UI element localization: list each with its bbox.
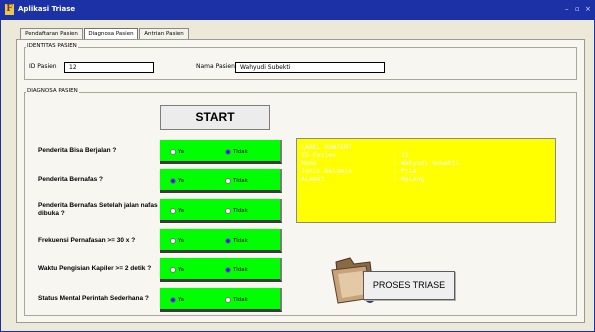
info-value-jenis-kelamin: : Pria bbox=[393, 167, 417, 175]
radio-ya-bernafas-setelah[interactable] bbox=[170, 208, 176, 214]
minimize-button[interactable]: – bbox=[565, 5, 569, 13]
app-logo-icon: F bbox=[5, 4, 14, 15]
info-value-id: : 12 bbox=[393, 151, 409, 159]
question-label-bernafas: Penderita Bernafas ? bbox=[38, 176, 104, 183]
option-group-frekuensi: Ya Tidak bbox=[160, 229, 282, 253]
nama-pasien-input[interactable]: Wahyudi Subekti bbox=[235, 62, 385, 73]
radio-ya-berjalan[interactable] bbox=[170, 149, 176, 155]
radio-ya-label: Ya bbox=[178, 149, 184, 155]
radio-ya-kapiler[interactable] bbox=[170, 267, 176, 273]
tab-pendaftaran-pasien[interactable]: Pendaftaran Pasien bbox=[20, 28, 83, 39]
window-title: Aplikasi Triase bbox=[18, 5, 76, 13]
radio-ya-frekuensi[interactable] bbox=[170, 238, 176, 244]
question-label-bernafas-setelah: Penderita Bernafas Setelah jalan nafas d… bbox=[38, 202, 158, 217]
info-value-alamat: : Malang bbox=[393, 175, 425, 183]
tab-antrian-pasien[interactable]: Antrian Pasien bbox=[139, 28, 189, 39]
radio-tidak-label: Tidak bbox=[233, 208, 248, 214]
radio-tidak-bernafas-setelah[interactable] bbox=[225, 208, 231, 214]
radio-tidak-bernafas[interactable] bbox=[225, 178, 231, 184]
radio-tidak-status-mental[interactable] bbox=[225, 297, 231, 303]
patient-info-box: LABEL KONTENT ID Pasien : 12 Nama : Wahy… bbox=[296, 138, 556, 223]
question-label-frekuensi: Frekuensi Pernafasan >= 30 x ? bbox=[38, 237, 136, 244]
radio-tidak-label: Tidak bbox=[233, 238, 248, 244]
nama-pasien-label: Nama Pasien bbox=[196, 63, 235, 70]
diagnosa-legend: DIAGNOSA PASIEN bbox=[26, 88, 79, 94]
question-label-status-mental: Status Mental Perintah Sederhana ? bbox=[38, 295, 149, 302]
info-key-nama: Nama bbox=[301, 159, 317, 167]
info-key-alamat: Alamat bbox=[301, 175, 325, 183]
radio-tidak-kapiler[interactable] bbox=[225, 267, 231, 273]
close-button[interactable]: × bbox=[585, 5, 591, 13]
radio-ya-label: Ya bbox=[178, 208, 184, 214]
radio-ya-label: Ya bbox=[178, 238, 184, 244]
id-pasien-input[interactable]: 12 bbox=[64, 62, 154, 73]
radio-ya-bernafas[interactable] bbox=[170, 178, 176, 184]
info-value-nama: : Wahyudi Subekti bbox=[393, 159, 460, 167]
radio-ya-label: Ya bbox=[178, 178, 184, 184]
radio-tidak-label: Tidak bbox=[233, 149, 248, 155]
id-pasien-label: ID Pasien bbox=[29, 63, 57, 70]
radio-tidak-label: Tidak bbox=[233, 297, 248, 303]
option-group-bernafas: Ya Tidak bbox=[160, 169, 282, 193]
radio-tidak-label: Tidak bbox=[233, 178, 248, 184]
option-group-berjalan: Ya Tidak bbox=[160, 140, 282, 164]
info-key-id: ID Pasien bbox=[301, 151, 337, 159]
info-key-jenis-kelamin: Jenis Kelamin bbox=[301, 167, 352, 175]
radio-ya-label: Ya bbox=[178, 267, 184, 273]
radio-ya-label: Ya bbox=[178, 297, 184, 303]
radio-tidak-frekuensi[interactable] bbox=[225, 238, 231, 244]
radio-ya-status-mental[interactable] bbox=[170, 297, 176, 303]
title-bar: F Aplikasi Triase – ▫ × bbox=[0, 0, 595, 20]
option-group-bernafas-setelah: Ya Tidak bbox=[160, 199, 282, 223]
proses-triase-button[interactable]: PROSES TRIASE bbox=[363, 271, 455, 300]
option-group-status-mental: Ya Tidak bbox=[160, 288, 282, 312]
identitas-legend: IDENTITAS PASIEN bbox=[26, 43, 78, 49]
question-label-berjalan: Penderita Bisa Berjalan ? bbox=[38, 147, 117, 154]
radio-tidak-berjalan[interactable] bbox=[225, 149, 231, 155]
option-group-kapiler: Ya Tidak bbox=[160, 258, 282, 282]
start-button[interactable]: START bbox=[160, 105, 270, 130]
maximize-button[interactable]: ▫ bbox=[575, 5, 580, 13]
question-label-kapiler: Waktu Pengisian Kapiler >= 2 detik ? bbox=[38, 265, 152, 272]
info-title: LABEL KONTENT bbox=[301, 143, 352, 151]
radio-tidak-label: Tidak bbox=[233, 267, 248, 273]
